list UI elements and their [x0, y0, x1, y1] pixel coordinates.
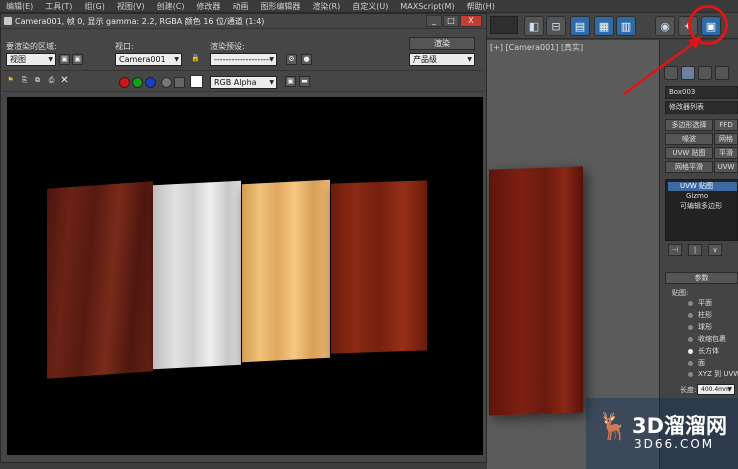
production-dropdown[interactable]: 产品级 [409, 53, 475, 66]
stack-item-editable-poly[interactable]: 可编辑多边形 [668, 202, 722, 211]
menu-rendering[interactable]: 渲染(R) [312, 1, 340, 12]
layer-manager-icon[interactable]: ▤ [570, 16, 590, 36]
align-icon[interactable]: ⊟ [546, 16, 566, 36]
toggle-ui-overlay-icon[interactable]: ▣ [285, 76, 296, 87]
render-setup-small-icon[interactable]: ⚙ [286, 54, 297, 65]
make-unique-icon[interactable]: ∨ [708, 244, 722, 256]
toolbar-separator-2 [3, 91, 483, 92]
watermark-url: 3D66.COM [634, 437, 715, 451]
alpha-channel-icon[interactable] [161, 77, 172, 88]
area-to-render-dropdown[interactable]: 视图 [6, 53, 56, 66]
toggle-ui-icon[interactable]: ▬ [299, 76, 310, 87]
selection-set-dropdown[interactable] [490, 16, 518, 34]
monochrome-icon[interactable] [174, 77, 185, 88]
mirror-icon[interactable]: ◧ [524, 16, 544, 36]
red-channel-icon[interactable] [119, 77, 130, 88]
copy-image-icon[interactable]: ⎘ [19, 76, 30, 87]
rendered-image[interactable] [7, 97, 483, 455]
pin-stack-icon[interactable]: ⊣ [668, 244, 682, 256]
menu-tools[interactable]: 工具(T) [45, 1, 72, 12]
ribbon-icon[interactable]: ▦ [594, 16, 614, 36]
mapping-radio-shrink-wrap[interactable]: 收缩包裹 [688, 335, 726, 344]
menu-animation[interactable]: 动画 [232, 1, 248, 12]
modifier-button-poly-select[interactable]: 多边形选择 [665, 119, 713, 131]
mapping-radio-face[interactable]: 面 [688, 359, 705, 368]
green-channel-icon[interactable] [132, 77, 143, 88]
print-image-icon[interactable]: ⎙ [46, 76, 57, 87]
mapping-radio-xyz-to-uvw[interactable]: XYZ 到 UVW [688, 370, 738, 379]
motion-tab-icon[interactable] [715, 66, 729, 80]
save-image-icon[interactable]: ⚑ [5, 76, 16, 87]
toolbar-separator [3, 70, 483, 71]
area-to-render-label: 要渲染的区域: [6, 42, 57, 51]
menu-customize[interactable]: 自定义(U) [352, 1, 388, 12]
minimize-button[interactable]: _ [426, 15, 442, 27]
menu-graph-editors[interactable]: 图形编辑器 [260, 1, 300, 12]
modifier-button-ffd[interactable]: FFD [714, 119, 738, 131]
length-spinner[interactable]: 400.4mm [697, 384, 735, 395]
mapping-label: 贴图: [672, 289, 689, 297]
lock-icon[interactable]: 🔒 [190, 54, 201, 65]
maximize-button[interactable]: □ [443, 15, 459, 27]
clone-window-icon[interactable]: ⧉ [32, 76, 43, 87]
render-window-title: Camera001, 帧 0, 显示 gamma: 2.2, RGBA 颜色 1… [1, 14, 486, 29]
menu-modifiers[interactable]: 修改器 [196, 1, 220, 12]
modifier-button-uvw-map[interactable]: UVW 贴图 [665, 147, 713, 159]
menu-help[interactable]: 帮助(H) [467, 1, 495, 12]
environment-effects-icon[interactable]: ● [301, 54, 312, 65]
menu-create[interactable]: 创建(C) [157, 1, 185, 12]
main-menu-bar: 编辑(E) 工具(T) 组(G) 视图(V) 创建(C) 修改器 动画 图形编辑… [0, 0, 738, 13]
show-end-result-icon[interactable]: | [688, 244, 702, 256]
modifier-button-mesh[interactable]: 网格 [714, 133, 738, 145]
mapping-radio-box[interactable]: 长方体 [688, 347, 719, 356]
dark-walnut-panel [47, 181, 153, 379]
stack-item-uvw-map[interactable]: UVW 贴图 [668, 182, 737, 191]
menu-group[interactable]: 组(G) [84, 1, 104, 12]
mapping-radio-spherical[interactable]: 球形 [688, 323, 712, 332]
modifier-stack[interactable]: UVW 贴图 Gizmo 可编辑多边形 [665, 179, 738, 241]
channel-display-dropdown[interactable]: RGB Alpha [210, 76, 277, 89]
annotation-arrow-icon [623, 36, 702, 96]
cherry-panel [331, 180, 427, 354]
auto-region-icon[interactable]: ▣ [72, 54, 83, 65]
mapping-radio-planar[interactable]: 平面 [688, 299, 712, 308]
modifier-list-dropdown[interactable]: 修改器列表 [665, 101, 738, 114]
watermark-brand: 3D溜溜网 [632, 414, 728, 438]
mapping-radio-cylindrical[interactable]: 柱形 [688, 311, 712, 320]
blue-channel-icon[interactable] [145, 77, 156, 88]
deer-logo-icon: 🦌 [597, 412, 630, 442]
render-preset-label: 渲染预设: [210, 42, 245, 51]
length-label: 长度: [680, 386, 697, 394]
close-button[interactable]: X [460, 15, 482, 27]
window-app-icon [4, 17, 12, 25]
viewport-label-text: 视口: [115, 42, 134, 51]
modifier-button-noise[interactable]: 噪波 [665, 133, 713, 145]
light-maple-panel [242, 179, 330, 363]
viewport-label[interactable]: [+] [Camera001] [真实] [490, 42, 583, 53]
clear-icon[interactable]: ✕ [59, 76, 70, 87]
menu-maxscript[interactable]: MAXScript(M) [400, 2, 454, 11]
modifier-button-smooth[interactable]: 平滑 [714, 147, 738, 159]
menu-views[interactable]: 视图(V) [117, 1, 145, 12]
modifier-button-uvw[interactable]: UVW [714, 161, 738, 173]
render-preset-dropdown[interactable]: -------------------- [210, 53, 277, 66]
white-oak-panel [153, 180, 241, 370]
modifier-button-meshsmooth[interactable]: 网格平滑 [665, 161, 713, 173]
menu-edit[interactable]: 编辑(E) [6, 1, 33, 12]
edit-region-icon[interactable]: ▣ [59, 54, 70, 65]
viewport-dropdown[interactable]: Camera001 [115, 53, 182, 66]
color-swatch[interactable] [190, 75, 203, 88]
render-button[interactable]: 渲染 [409, 37, 475, 50]
wood-panel-in-viewport [489, 166, 583, 416]
parameters-rollout-header[interactable]: 参数 [665, 272, 738, 284]
stack-item-gizmo[interactable]: Gizmo [686, 192, 708, 201]
